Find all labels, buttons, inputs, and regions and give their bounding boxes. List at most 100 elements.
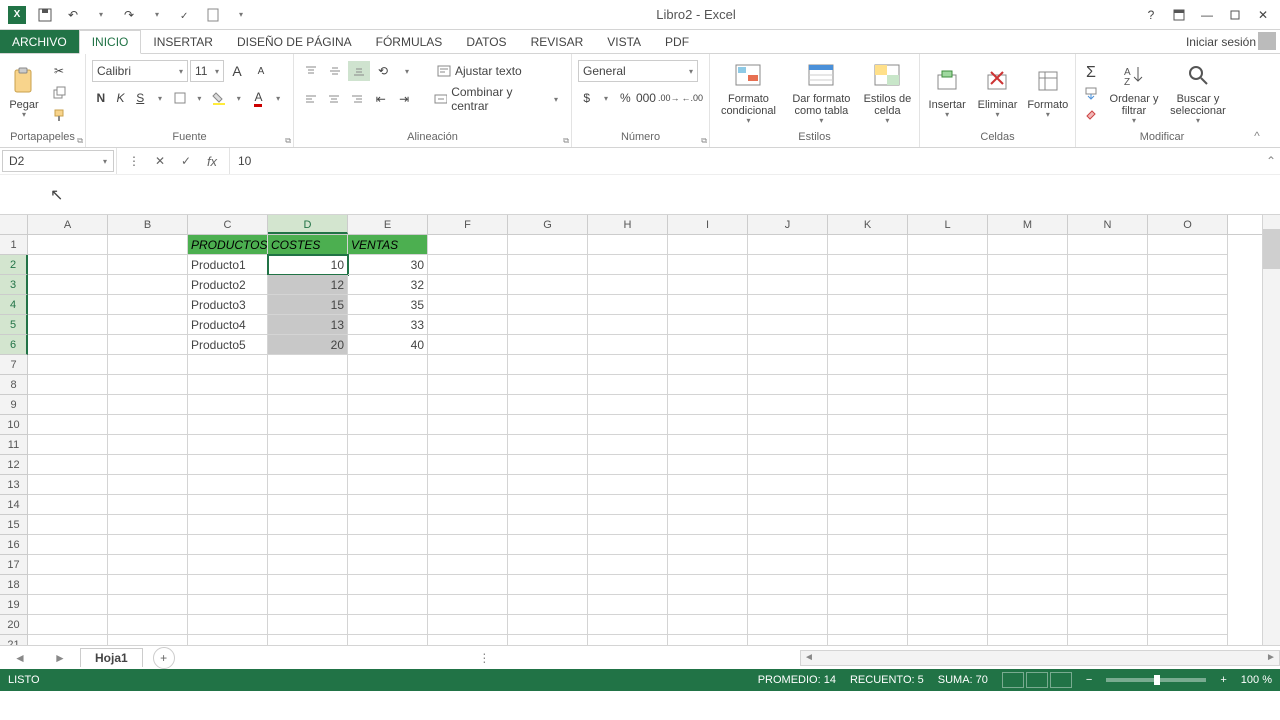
cell[interactable]	[108, 235, 188, 255]
cell[interactable]	[108, 415, 188, 435]
fx-icon[interactable]: fx	[201, 150, 223, 172]
cell[interactable]	[508, 575, 588, 595]
cell[interactable]	[188, 395, 268, 415]
cell[interactable]	[828, 435, 908, 455]
cell[interactable]	[588, 475, 668, 495]
cell[interactable]	[908, 595, 988, 615]
cell[interactable]	[1068, 395, 1148, 415]
tab-inicio[interactable]: INICIO	[79, 30, 142, 54]
cell[interactable]	[828, 535, 908, 555]
cell[interactable]	[828, 335, 908, 355]
row-header[interactable]: 13	[0, 475, 28, 495]
view-page-layout-icon[interactable]	[1026, 672, 1048, 688]
cell[interactable]	[1068, 575, 1148, 595]
vertical-scrollbar[interactable]	[1262, 215, 1280, 645]
cell[interactable]	[28, 375, 108, 395]
cell[interactable]	[588, 355, 668, 375]
delete-cells-button[interactable]: Eliminar▾	[974, 58, 1020, 128]
cell[interactable]	[748, 335, 828, 355]
cell[interactable]	[1068, 255, 1148, 275]
cell[interactable]	[748, 495, 828, 515]
cell[interactable]	[348, 415, 428, 435]
cell[interactable]	[668, 275, 748, 295]
cell[interactable]	[108, 355, 188, 375]
cell[interactable]	[508, 455, 588, 475]
accounting-dropdown-icon[interactable]: ▾	[597, 88, 614, 108]
cell[interactable]	[668, 495, 748, 515]
cell[interactable]	[1148, 575, 1228, 595]
cell[interactable]	[188, 595, 268, 615]
cell[interactable]	[508, 535, 588, 555]
cell[interactable]	[668, 515, 748, 535]
cell[interactable]	[588, 595, 668, 615]
cancel-formula-icon[interactable]: ✕	[149, 150, 171, 172]
cell[interactable]	[268, 495, 348, 515]
cell[interactable]	[28, 535, 108, 555]
decrease-indent-icon[interactable]: ⇤	[370, 89, 391, 109]
cell[interactable]	[988, 555, 1068, 575]
cell[interactable]	[908, 575, 988, 595]
cell[interactable]	[28, 475, 108, 495]
cell[interactable]	[748, 475, 828, 495]
cell[interactable]	[28, 275, 108, 295]
cell[interactable]	[748, 555, 828, 575]
cell[interactable]	[28, 315, 108, 335]
row-header[interactable]: 12	[0, 455, 28, 475]
insert-cells-button[interactable]: Insertar▾	[924, 58, 970, 128]
col-header[interactable]: J	[748, 215, 828, 234]
fill-color-icon[interactable]	[210, 88, 228, 108]
cell[interactable]	[1068, 615, 1148, 635]
cell[interactable]	[1068, 535, 1148, 555]
tab-formulas[interactable]: FÓRMULAS	[364, 30, 455, 53]
sheet-nav-prev-icon[interactable]: ◄	[14, 651, 26, 665]
cell[interactable]	[668, 555, 748, 575]
cell[interactable]	[108, 335, 188, 355]
cell[interactable]	[908, 315, 988, 335]
cell[interactable]	[748, 375, 828, 395]
cell[interactable]	[1148, 495, 1228, 515]
cell[interactable]	[1148, 355, 1228, 375]
cell[interactable]	[28, 615, 108, 635]
cell[interactable]	[268, 615, 348, 635]
cell[interactable]	[188, 535, 268, 555]
cell[interactable]	[508, 275, 588, 295]
cell[interactable]	[828, 575, 908, 595]
cell[interactable]	[108, 375, 188, 395]
cell[interactable]	[348, 595, 428, 615]
cell[interactable]	[1068, 515, 1148, 535]
cell[interactable]	[988, 395, 1068, 415]
find-select-button[interactable]: Buscar y seleccionar▾	[1166, 58, 1230, 128]
cell[interactable]	[748, 415, 828, 435]
row-header[interactable]: 4	[0, 295, 28, 315]
cell[interactable]	[988, 255, 1068, 275]
cell[interactable]	[108, 575, 188, 595]
cell[interactable]	[988, 495, 1068, 515]
cell[interactable]	[748, 295, 828, 315]
cell[interactable]	[908, 495, 988, 515]
formula-input[interactable]: 10	[229, 148, 1262, 174]
cell[interactable]	[588, 255, 668, 275]
cell[interactable]	[188, 455, 268, 475]
cell[interactable]	[1148, 275, 1228, 295]
row-header[interactable]: 2	[0, 255, 28, 275]
cell[interactable]	[1148, 455, 1228, 475]
cell[interactable]	[1148, 555, 1228, 575]
cell[interactable]	[268, 395, 348, 415]
increase-decimal-icon[interactable]: .00→	[658, 88, 680, 108]
cell[interactable]	[828, 255, 908, 275]
enter-formula-icon[interactable]: ✓	[175, 150, 197, 172]
cell[interactable]: 10	[268, 255, 348, 275]
cell[interactable]	[668, 295, 748, 315]
zoom-slider[interactable]	[1106, 678, 1206, 682]
cell[interactable]	[28, 235, 108, 255]
cell[interactable]	[1068, 235, 1148, 255]
cell[interactable]	[828, 355, 908, 375]
cell[interactable]	[908, 435, 988, 455]
cell[interactable]	[828, 455, 908, 475]
font-size-select[interactable]: 11▾	[190, 60, 224, 82]
font-name-select[interactable]: Calibri▾	[92, 60, 188, 82]
cell[interactable]	[508, 495, 588, 515]
cell[interactable]: 30	[348, 255, 428, 275]
cell[interactable]: VENTAS	[348, 235, 428, 255]
sheet-tab-hoja1[interactable]: Hoja1	[80, 648, 143, 667]
